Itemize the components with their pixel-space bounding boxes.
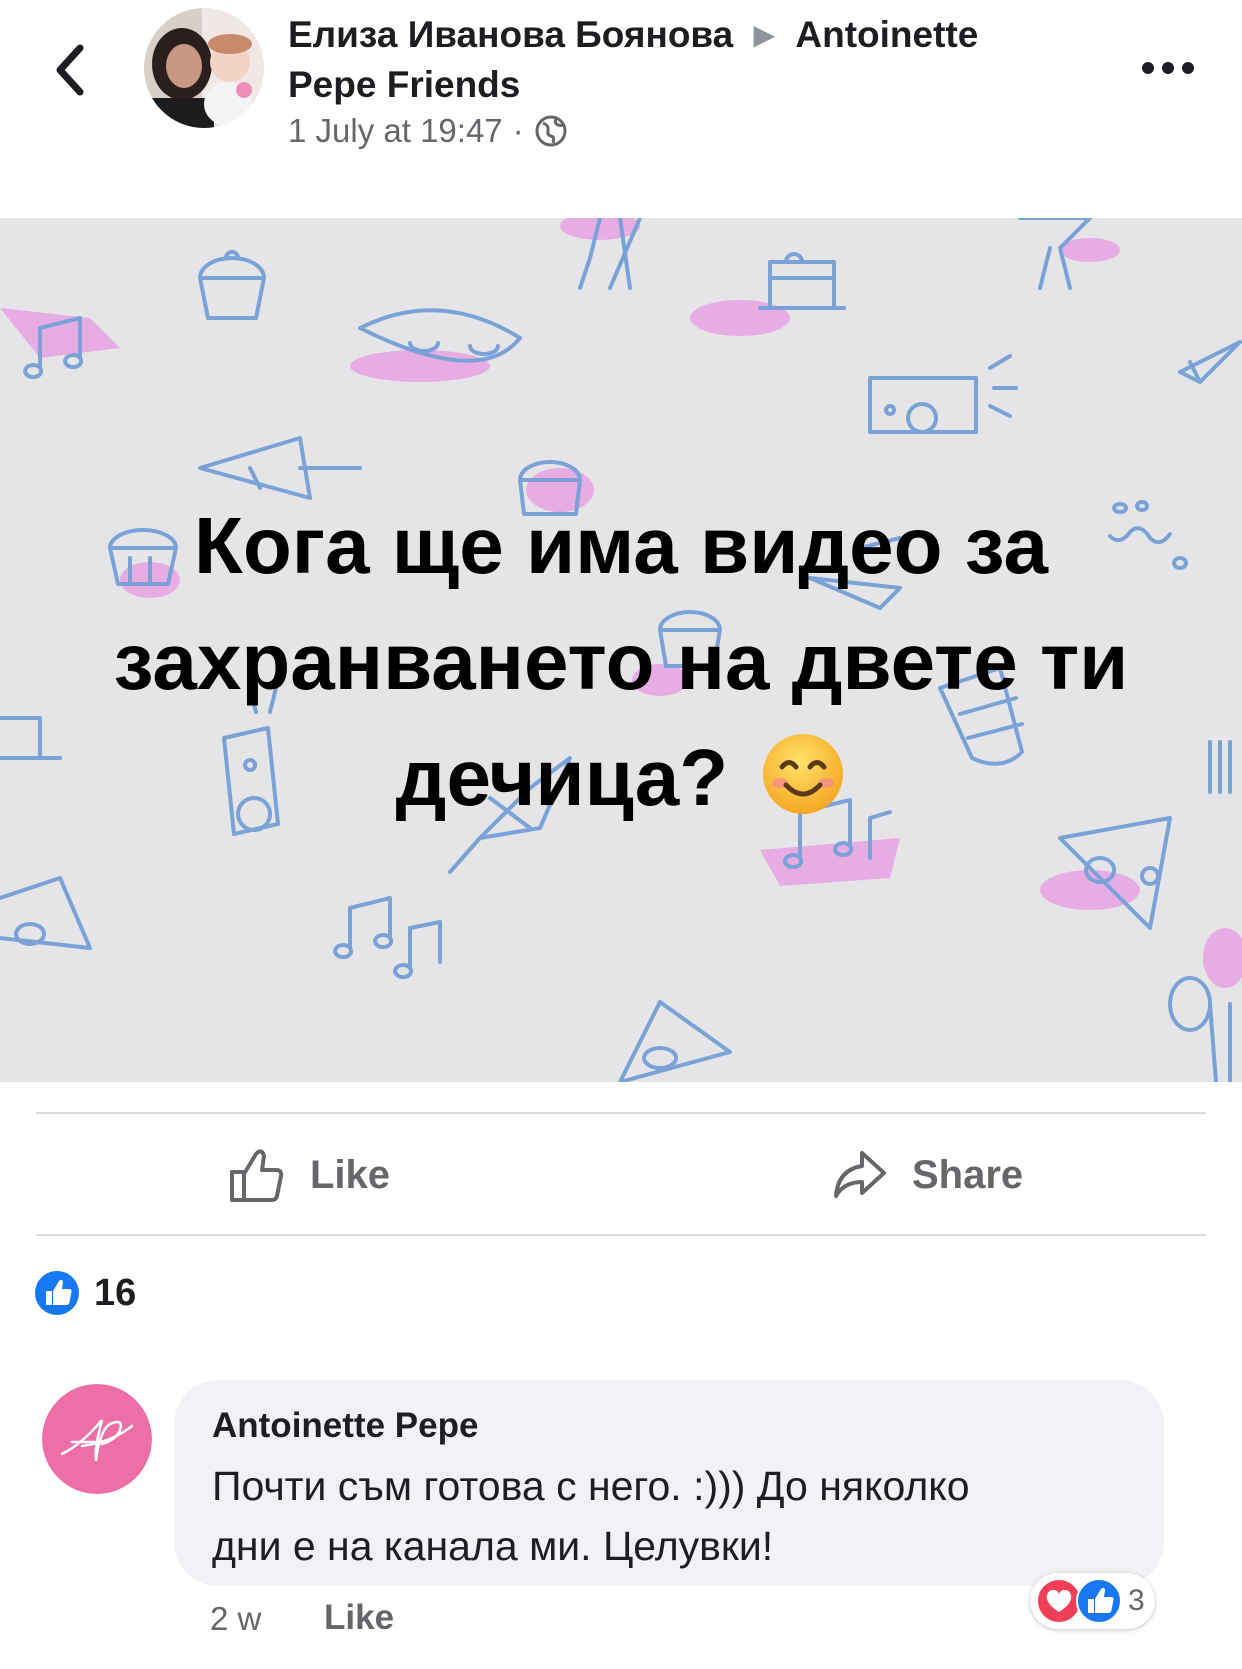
comment-reaction-count: 3 [1128, 1584, 1145, 1617]
like-button-label: Like [310, 1152, 391, 1197]
globe-icon[interactable] [534, 114, 568, 148]
reactions-count: 16 [94, 1271, 137, 1314]
comment-author-name[interactable]: Antoinette Pepe [212, 1406, 478, 1446]
comment-text-line1: Почти съм готова с него. :))) До няколко [212, 1463, 970, 1509]
comment-text: Почти съм готова с него. :))) До няколко… [212, 1456, 1142, 1576]
action-bar-bottom-divider [36, 1234, 1206, 1236]
meta-separator: · [512, 112, 524, 149]
post-header-title: Елиза Иванова Боянова ▶ Antoinette Pepe … [288, 10, 1118, 110]
author-name-link[interactable]: Елиза Иванова Боянова [288, 14, 733, 55]
reactions-summary[interactable]: 16 [34, 1270, 136, 1316]
comment-bubble[interactable]: Antoinette Pepe Почти съм готова с него.… [174, 1380, 1164, 1586]
smiling-face-emoji-icon [763, 734, 844, 814]
post-text: Кога ще има видео за захранването на две… [60, 488, 1182, 836]
thumbs-up-icon [230, 1149, 284, 1202]
share-button[interactable]: Share [832, 1140, 1023, 1210]
like-reaction-icon [35, 1271, 79, 1315]
target-name-link[interactable]: Antoinette [795, 14, 978, 55]
target-name-link-line2[interactable]: Pepe Friends [288, 64, 520, 105]
comment-text-line2: дни е на канала ми. Целувки! [212, 1523, 774, 1569]
more-options-button[interactable] [1140, 56, 1196, 80]
post-meta: 1 July at 19:47 · [288, 112, 568, 150]
post-text-content: Кога ще има видео за захранването на две… [113, 501, 1129, 822]
comment-timestamp[interactable]: 2 w [210, 1600, 261, 1638]
action-bar-top-divider [36, 1112, 1206, 1114]
like-reaction-icon [1076, 1578, 1122, 1624]
chevron-left-icon [56, 44, 84, 96]
post-timestamp[interactable]: 1 July at 19:47 [288, 112, 503, 150]
avatar-photo [144, 8, 264, 128]
share-arrow-icon [834, 1151, 886, 1198]
like-button[interactable]: Like [228, 1140, 390, 1210]
post-background-card[interactable]: Кога ще има видео за захранването на две… [0, 218, 1242, 1082]
commenter-avatar[interactable] [42, 1384, 152, 1494]
comment-reactions[interactable]: 3 [1030, 1573, 1155, 1629]
shared-to-arrow-icon: ▶ [753, 19, 776, 50]
signature-logo [42, 1384, 152, 1494]
author-avatar[interactable] [144, 8, 264, 128]
more-dots-icon [1142, 62, 1194, 74]
share-button-label: Share [912, 1152, 1024, 1197]
comment-like-button[interactable]: Like [324, 1598, 394, 1638]
back-button[interactable] [46, 40, 96, 100]
